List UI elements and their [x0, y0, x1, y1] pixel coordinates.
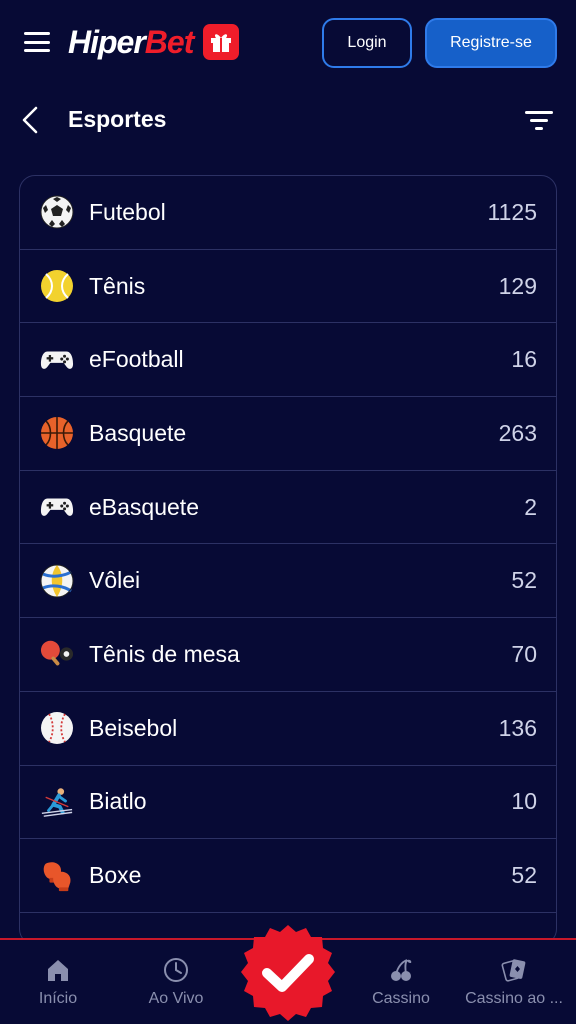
sport-item-ebasquete[interactable]: eBasquete 2 — [20, 471, 556, 545]
nav-label: Ao Vivo — [148, 990, 204, 1007]
home-icon — [44, 956, 72, 984]
gift-icon[interactable] — [203, 24, 240, 60]
nav-item-casino[interactable]: Cassino — [366, 940, 436, 1024]
playing-cards-icon — [500, 956, 528, 984]
sport-name: Basquete — [89, 419, 187, 446]
menu-icon[interactable] — [24, 32, 50, 52]
register-button[interactable]: Registre-se — [425, 18, 557, 68]
back-arrow-icon[interactable] — [18, 104, 46, 136]
ping-pong-icon — [40, 637, 74, 671]
skier-icon — [40, 785, 74, 819]
volleyball-icon — [40, 564, 74, 598]
logo-text: HiperBet — [68, 23, 194, 60]
sport-count: 16 — [511, 346, 537, 373]
filter-icon[interactable] — [524, 108, 554, 132]
login-button[interactable]: Login — [322, 18, 412, 68]
gamepad-icon — [40, 343, 74, 377]
top-bar: HiperBet Login Registre-se — [0, 0, 576, 86]
sport-name: eFootball — [89, 346, 184, 373]
sport-name: Boxe — [89, 862, 142, 889]
sport-name: Tênis — [89, 272, 146, 299]
cherry-icon — [387, 956, 415, 984]
nav-label: Início — [38, 990, 78, 1007]
clock-icon — [162, 956, 190, 984]
sport-count: 263 — [498, 419, 537, 446]
sport-name: Biatlo — [89, 788, 147, 815]
sport-count: 70 — [511, 640, 537, 667]
sport-item-tenis[interactable]: Tênis 129 — [20, 250, 556, 324]
nav-label: Cassino ao ... — [465, 990, 563, 1007]
sport-item-basquete[interactable]: Basquete 263 — [20, 397, 556, 471]
sport-item-biatlo[interactable]: Biatlo 10 — [20, 766, 556, 840]
bet-slip-button[interactable] — [238, 923, 338, 1023]
tennis-ball-icon — [40, 269, 74, 303]
sport-item-boxe[interactable]: Boxe 52 — [20, 839, 556, 913]
nav-item-live[interactable]: Ao Vivo — [140, 940, 212, 1024]
sport-list: Futebol 1125 Tênis 129 eFootball 16 Basq… — [19, 175, 557, 945]
basketball-icon — [40, 416, 74, 450]
nav-item-live-casino[interactable]: Cassino ao ... — [458, 940, 570, 1024]
baseball-icon — [40, 711, 74, 745]
sport-item-volei[interactable]: Vôlei 52 — [20, 544, 556, 619]
sport-count: 10 — [511, 788, 537, 815]
sport-name: Tênis de mesa — [89, 640, 240, 667]
sport-name: Beisebol — [89, 714, 178, 741]
boxing-glove-icon — [40, 859, 74, 893]
sport-item-efootball[interactable]: eFootball 16 — [20, 323, 556, 398]
section-header: Esportes — [0, 92, 576, 148]
soccer-ball-icon — [40, 195, 74, 229]
checkmark-badge-icon — [241, 925, 335, 1021]
nav-item-home[interactable]: Início — [22, 940, 94, 1024]
sport-count: 136 — [498, 714, 537, 741]
sport-count: 52 — [511, 862, 537, 889]
page-title: Esportes — [68, 106, 167, 132]
sport-count: 129 — [498, 272, 537, 299]
sport-count: 2 — [524, 493, 537, 520]
sport-name: Futebol — [89, 198, 166, 225]
nav-label: Cassino — [372, 990, 430, 1007]
sport-item-beisebol[interactable]: Beisebol 136 — [20, 692, 556, 766]
sport-count: 1125 — [487, 198, 537, 225]
logo[interactable]: HiperBet — [68, 20, 240, 64]
sport-name: Vôlei — [89, 567, 141, 594]
sport-item-futebol[interactable]: Futebol 1125 — [20, 176, 556, 250]
gamepad-icon — [40, 490, 74, 524]
sport-count: 52 — [511, 567, 537, 594]
sport-item-tenis-de-mesa[interactable]: Tênis de mesa 70 — [20, 618, 556, 692]
sport-name: eBasquete — [89, 493, 199, 520]
